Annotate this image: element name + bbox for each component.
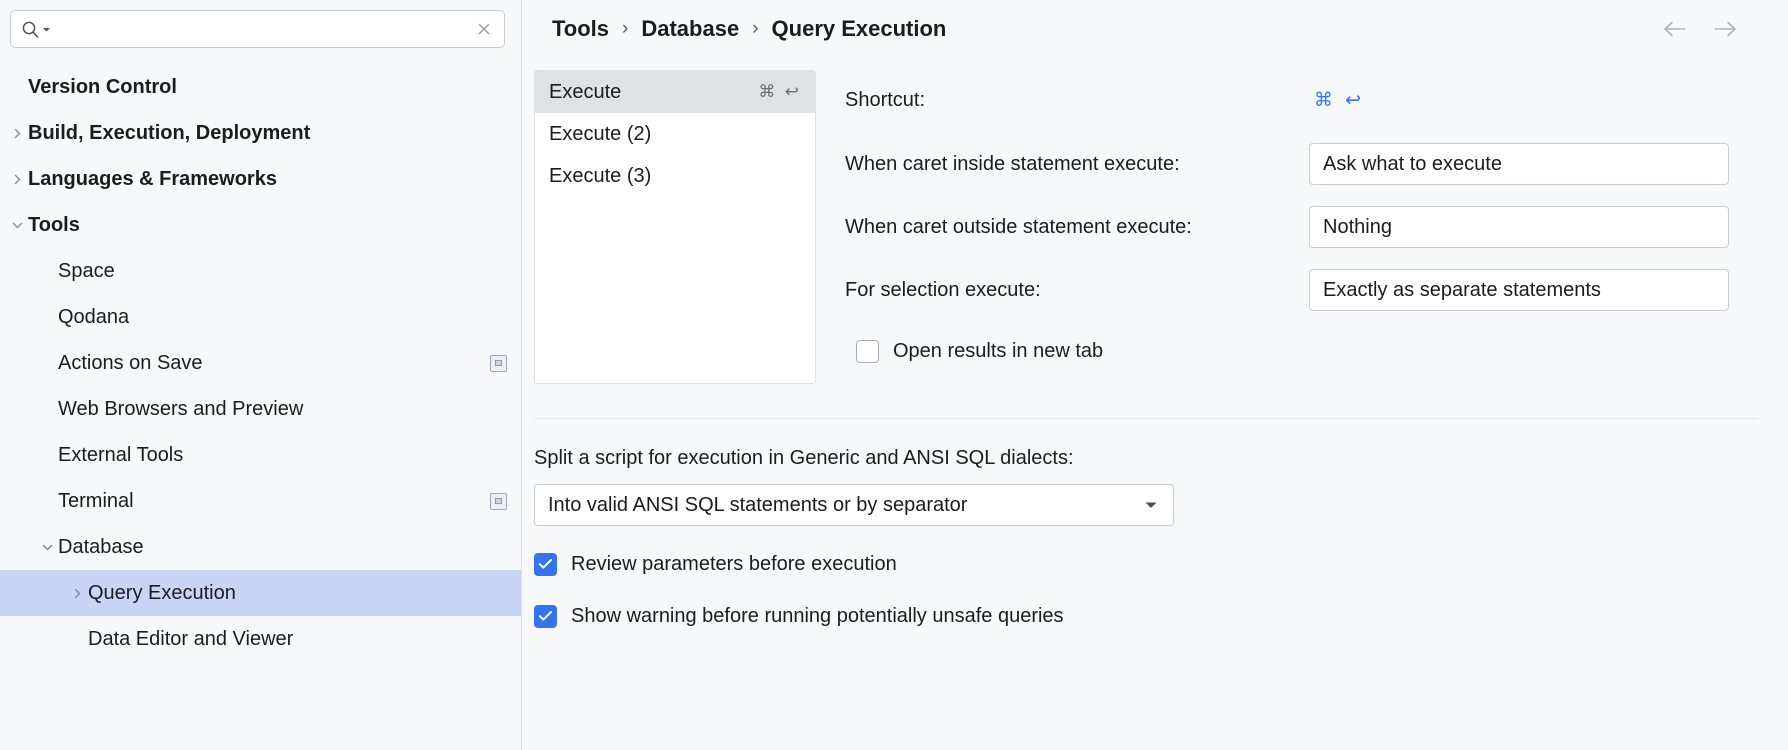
top-section: Execute ⌘ ↩ Execute (2) Execute (3) Shor	[522, 70, 1788, 384]
breadcrumb: Tools › Database › Query Execution	[522, 0, 1788, 58]
sidebar-item-label: Space	[58, 259, 115, 283]
query-execution-panel: Execute ⌘ ↩ Execute (2) Execute (3) Shor	[522, 58, 1788, 636]
close-icon[interactable]	[474, 19, 494, 39]
show-warning-unsafe-queries-checkbox[interactable]: Show warning before running potentially …	[534, 596, 1788, 636]
split-script-combo[interactable]: Into valid ANSI SQL statements or by sep…	[534, 484, 1174, 526]
sidebar-item-version-control[interactable]: Version Control	[0, 64, 521, 110]
list-item-execute[interactable]: Execute ⌘ ↩	[535, 71, 815, 113]
shortcut-row: Shortcut: ⌘ ↩	[845, 78, 1788, 122]
chevron-down-icon[interactable]	[6, 214, 28, 236]
bottom-checkboxes: Review parameters before execution Show …	[534, 544, 1788, 636]
split-script-combo-value: Into valid ANSI SQL statements or by sep…	[548, 494, 967, 517]
search-container	[0, 0, 521, 48]
checkbox-box[interactable]	[534, 553, 557, 576]
sidebar-item-languages-frameworks[interactable]: Languages & Frameworks	[0, 156, 521, 202]
settings-tree: Version Control Build, Execution, Deploy…	[0, 64, 521, 662]
for-selection-label: For selection execute:	[845, 279, 1309, 302]
sidebar-item-build-execution-deployment[interactable]: Build, Execution, Deployment	[0, 110, 521, 156]
search-icon	[21, 20, 51, 39]
list-item-shortcut: ⌘ ↩	[758, 82, 801, 102]
sidebar-item-label: External Tools	[58, 443, 183, 467]
sidebar-item-label: Data Editor and Viewer	[88, 627, 293, 651]
checkbox-box[interactable]	[534, 605, 557, 628]
open-results-in-new-tab-checkbox[interactable]: Open results in new tab	[845, 331, 1788, 371]
caret-outside-label: When caret outside statement execute:	[845, 216, 1309, 239]
sidebar-item-label: Actions on Save	[58, 351, 203, 375]
breadcrumb-item-query-execution: Query Execution	[772, 16, 947, 42]
list-item-label: Execute (3)	[549, 165, 651, 188]
breadcrumb-item-database[interactable]: Database	[641, 16, 739, 42]
breadcrumb-separator: ›	[739, 18, 771, 40]
project-scope-icon	[490, 355, 507, 372]
breadcrumb-separator: ›	[609, 18, 641, 40]
list-item-execute-2[interactable]: Execute (2)	[535, 113, 815, 155]
sidebar-item-label: Version Control	[28, 75, 177, 99]
review-parameters-checkbox[interactable]: Review parameters before execution	[534, 544, 1788, 584]
sidebar-item-qodana[interactable]: Qodana	[0, 294, 521, 340]
chevron-right-icon[interactable]	[6, 122, 28, 144]
split-script-section: Split a script for execution in Generic …	[522, 419, 1788, 636]
sidebar-item-terminal[interactable]: Terminal	[0, 478, 521, 524]
caret-outside-combo[interactable]: Nothing	[1309, 206, 1729, 248]
chevron-down-icon[interactable]	[1142, 496, 1160, 514]
sidebar-item-query-execution[interactable]: Query Execution	[0, 570, 521, 616]
shortcut-label: Shortcut:	[845, 89, 1309, 112]
sidebar-item-data-editor-and-viewer[interactable]: Data Editor and Viewer	[0, 616, 521, 662]
execute-actions-list[interactable]: Execute ⌘ ↩ Execute (2) Execute (3)	[534, 70, 816, 384]
for-selection-combo[interactable]: Exactly as separate statements	[1309, 269, 1729, 311]
caret-inside-combo[interactable]: Ask what to execute	[1309, 143, 1729, 185]
chevron-down-icon[interactable]	[36, 536, 58, 558]
split-script-label: Split a script for execution in Generic …	[534, 447, 1788, 470]
arrow-left-icon[interactable]	[1662, 16, 1688, 42]
chevron-right-icon[interactable]	[6, 168, 28, 190]
breadcrumb-item-tools[interactable]: Tools	[552, 16, 609, 42]
settings-content: Tools › Database › Query Execution	[522, 0, 1788, 750]
sidebar-item-web-browsers-and-preview[interactable]: Web Browsers and Preview	[0, 386, 521, 432]
caret-inside-row: When caret inside statement execute: Ask…	[845, 142, 1788, 186]
for-selection-row: For selection execute: Exactly as separa…	[845, 268, 1788, 312]
settings-dialog: Version Control Build, Execution, Deploy…	[0, 0, 1788, 750]
execute-settings-form: Shortcut: ⌘ ↩ When caret inside statemen…	[816, 70, 1788, 371]
sidebar-item-space[interactable]: Space	[0, 248, 521, 294]
breadcrumb-nav	[1662, 16, 1764, 42]
checkbox-label: Open results in new tab	[893, 340, 1103, 363]
checkbox-label: Review parameters before execution	[571, 553, 897, 576]
sidebar-item-database[interactable]: Database	[0, 524, 521, 570]
chevron-down-icon	[42, 25, 51, 34]
chevron-right-icon[interactable]	[66, 582, 88, 604]
checkbox-box[interactable]	[856, 340, 879, 363]
caret-outside-row: When caret outside statement execute: No…	[845, 205, 1788, 249]
settings-sidebar: Version Control Build, Execution, Deploy…	[0, 0, 522, 750]
sidebar-item-external-tools[interactable]: External Tools	[0, 432, 521, 478]
sidebar-item-label: Web Browsers and Preview	[58, 397, 303, 421]
sidebar-item-label: Qodana	[58, 305, 129, 329]
sidebar-item-tools[interactable]: Tools	[0, 202, 521, 248]
sidebar-item-label: Tools	[28, 213, 80, 237]
caret-inside-label: When caret inside statement execute:	[845, 153, 1309, 176]
arrow-right-icon[interactable]	[1712, 16, 1738, 42]
list-item-execute-3[interactable]: Execute (3)	[535, 155, 815, 197]
list-item-label: Execute (2)	[549, 123, 651, 146]
checkbox-label: Show warning before running potentially …	[571, 605, 1064, 628]
search-box[interactable]	[10, 10, 505, 48]
sidebar-item-label: Build, Execution, Deployment	[28, 121, 310, 145]
sidebar-item-label: Terminal	[58, 489, 134, 513]
sidebar-item-label: Languages & Frameworks	[28, 167, 277, 191]
sidebar-item-label: Database	[58, 535, 144, 559]
search-input[interactable]	[51, 11, 474, 47]
list-item-label: Execute	[549, 81, 621, 104]
sidebar-item-label: Query Execution	[88, 581, 236, 605]
project-scope-icon	[490, 493, 507, 510]
shortcut-value[interactable]: ⌘ ↩	[1314, 89, 1364, 111]
sidebar-item-actions-on-save[interactable]: Actions on Save	[0, 340, 521, 386]
